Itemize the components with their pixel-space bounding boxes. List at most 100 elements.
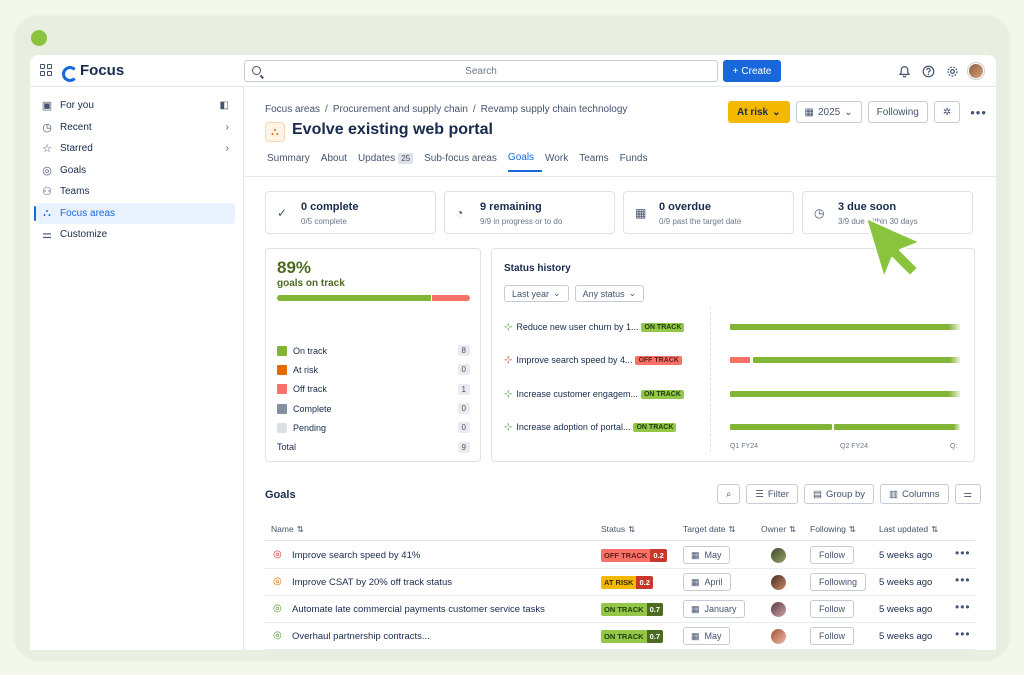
column-label: Last updated: [879, 524, 929, 534]
goal-name[interactable]: Automate late commercial payments custom…: [292, 604, 545, 615]
breadcrumb-item[interactable]: Focus areas: [265, 104, 320, 115]
more-icon[interactable]: •••: [955, 627, 971, 641]
panel-icon[interactable]: ◧: [220, 100, 229, 111]
follow-button[interactable]: Follow: [810, 627, 855, 645]
target-date-button[interactable]: ▦ May: [683, 546, 730, 564]
legend-count: 8: [457, 345, 470, 357]
table-row[interactable]: ◎ Improve CSAT by 20% off track status A…: [265, 569, 975, 596]
search-icon: ⌕: [726, 488, 732, 500]
goal-name[interactable]: Overhaul partnership contracts...: [292, 631, 430, 642]
group-by-button[interactable]: ▤ Group by: [803, 484, 875, 504]
year-dropdown[interactable]: ▦ 2025 ⌄: [795, 101, 862, 123]
goal-icon: ⊹: [504, 388, 513, 400]
app-switcher-icon[interactable]: [40, 64, 52, 76]
tab-funds[interactable]: Funds: [620, 152, 656, 172]
column-header-owner[interactable]: Owner ⇅: [761, 524, 796, 535]
loading-icon[interactable]: ✲: [933, 101, 961, 123]
target-date-button[interactable]: ▦ April: [683, 573, 731, 591]
timeline-divider: [710, 307, 711, 452]
status-score: 0.7: [646, 630, 664, 643]
search-input[interactable]: Search: [244, 60, 718, 82]
tab-sub-focus-areas[interactable]: Sub-focus areas: [424, 152, 505, 172]
time-filter-dropdown[interactable]: Last year ⌄: [504, 285, 569, 302]
follow-button[interactable]: Follow: [810, 546, 855, 564]
more-icon[interactable]: •••: [955, 573, 971, 587]
tab-work[interactable]: Work: [545, 152, 576, 172]
history-row[interactable]: ⊹ Increase adoption of portal... ON TRACK: [504, 420, 677, 434]
bell-icon[interactable]: [896, 63, 912, 79]
stat-title: 0 complete: [301, 201, 359, 213]
sidebar-item-focus-areas[interactable]: ⛬ Focus areas: [34, 202, 235, 224]
stat-card-overdue[interactable]: ▦ 0 overdue 0/9 past the target date: [623, 191, 794, 234]
following-button[interactable]: Following: [867, 101, 928, 123]
top-bar: Focus Search + Create: [30, 55, 996, 87]
owner-avatar[interactable]: [771, 548, 786, 563]
timeline-bar: [730, 424, 832, 430]
status-dropdown[interactable]: At risk ⌄: [728, 101, 790, 123]
table-row[interactable]: ◎ Overhaul partnership contracts... ON T…: [265, 623, 975, 650]
owner-avatar[interactable]: [771, 629, 786, 644]
create-button[interactable]: + Create: [723, 60, 781, 82]
target-icon: ◎: [42, 164, 52, 177]
help-icon[interactable]: [920, 63, 936, 79]
breadcrumb-item[interactable]: Revamp supply chain technology: [481, 104, 628, 115]
more-icon[interactable]: •••: [955, 546, 971, 560]
stat-card-remaining[interactable]: ◔ 9 remaining 9/9 in progress or to do: [444, 191, 615, 234]
follow-button[interactable]: Follow: [810, 600, 855, 618]
column-header-following[interactable]: Following ⇅: [810, 524, 856, 535]
goal-name[interactable]: Improve search speed by 41%: [292, 550, 420, 561]
following-button[interactable]: Following: [810, 573, 867, 591]
user-avatar[interactable]: [968, 63, 984, 79]
history-row[interactable]: ⊹ Increase customer engagem... ON TRACK: [504, 387, 684, 401]
table-row[interactable]: ◎ Automate late commercial payments cust…: [265, 596, 975, 623]
tab-teams[interactable]: Teams: [579, 152, 616, 172]
tab-summary[interactable]: Summary: [267, 152, 318, 172]
more-icon[interactable]: •••: [955, 600, 971, 614]
column-label: Target date: [683, 524, 726, 534]
owner-avatar[interactable]: [771, 602, 786, 617]
legend-row-total: Total 9: [277, 437, 470, 456]
tab-about[interactable]: About: [321, 152, 355, 172]
sidebar-item-recent[interactable]: ◷ Recent ›: [36, 117, 235, 139]
for-you-icon: ▣: [41, 100, 53, 113]
stat-sub: 0/5 complete: [301, 217, 347, 226]
timeline-bar: [730, 324, 960, 330]
app-logo[interactable]: Focus: [62, 62, 125, 82]
app-name: Focus: [80, 62, 125, 79]
sort-icon: ⇅: [628, 524, 636, 534]
sidebar-item-customize[interactable]: ⚌ Customize: [36, 224, 235, 246]
table-row[interactable]: ◎ Improve search speed by 41% OFF TRACK 0…: [265, 542, 975, 569]
sidebar-item-teams[interactable]: ⚇ Teams: [36, 181, 235, 203]
sidebar-item-for-you[interactable]: ▣ For you ◧: [36, 95, 235, 117]
more-icon[interactable]: •••: [966, 105, 991, 120]
owner-avatar[interactable]: [771, 575, 786, 590]
goal-name[interactable]: Improve CSAT by 20% off track status: [292, 577, 452, 588]
history-row[interactable]: ⊹ Improve search speed by 4... OFF TRACK: [504, 353, 682, 367]
sidebar-item-label: Customize: [60, 229, 108, 241]
status-filter-dropdown[interactable]: Any status ⌄: [574, 285, 645, 302]
column-label: Status: [601, 524, 626, 534]
stat-card-complete[interactable]: ✓ 0 complete 0/5 complete: [265, 191, 436, 234]
target-date-button[interactable]: ▦ January: [683, 600, 745, 618]
sidebar-item-starred[interactable]: ☆ Starred ›: [36, 138, 235, 160]
filter-button[interactable]: ☰ Filter: [746, 484, 798, 504]
tab-updates[interactable]: Updates 25: [358, 152, 421, 172]
history-row[interactable]: ⊹ Reduce new user churn by 1... ON TRACK: [504, 320, 685, 334]
status-score: 0.2: [650, 549, 667, 562]
goals-search-button[interactable]: ⌕: [717, 484, 741, 504]
column-header-status[interactable]: Status ⇅: [601, 524, 635, 535]
breadcrumb-item[interactable]: Procurement and supply chain: [333, 104, 468, 115]
stat-sub: 0/9 past the target date: [659, 217, 742, 226]
gear-icon[interactable]: [944, 63, 960, 79]
settings-sliders-button[interactable]: ⚌: [954, 484, 982, 504]
columns-button[interactable]: ▥ Columns: [880, 484, 949, 504]
legend-row-complete: Complete 0: [277, 399, 470, 418]
column-header-last-updated[interactable]: Last updated ⇅: [879, 524, 938, 535]
status-text: ON TRACK: [601, 630, 647, 643]
target-date-button[interactable]: ▦ May: [683, 627, 730, 645]
column-header-target-date[interactable]: Target date ⇅: [683, 524, 736, 535]
sidebar-item-goals[interactable]: ◎ Goals: [36, 160, 235, 182]
timeline-bar: [730, 357, 750, 363]
tab-goals[interactable]: Goals: [507, 152, 543, 172]
column-header-name[interactable]: Name ⇅: [271, 524, 304, 535]
